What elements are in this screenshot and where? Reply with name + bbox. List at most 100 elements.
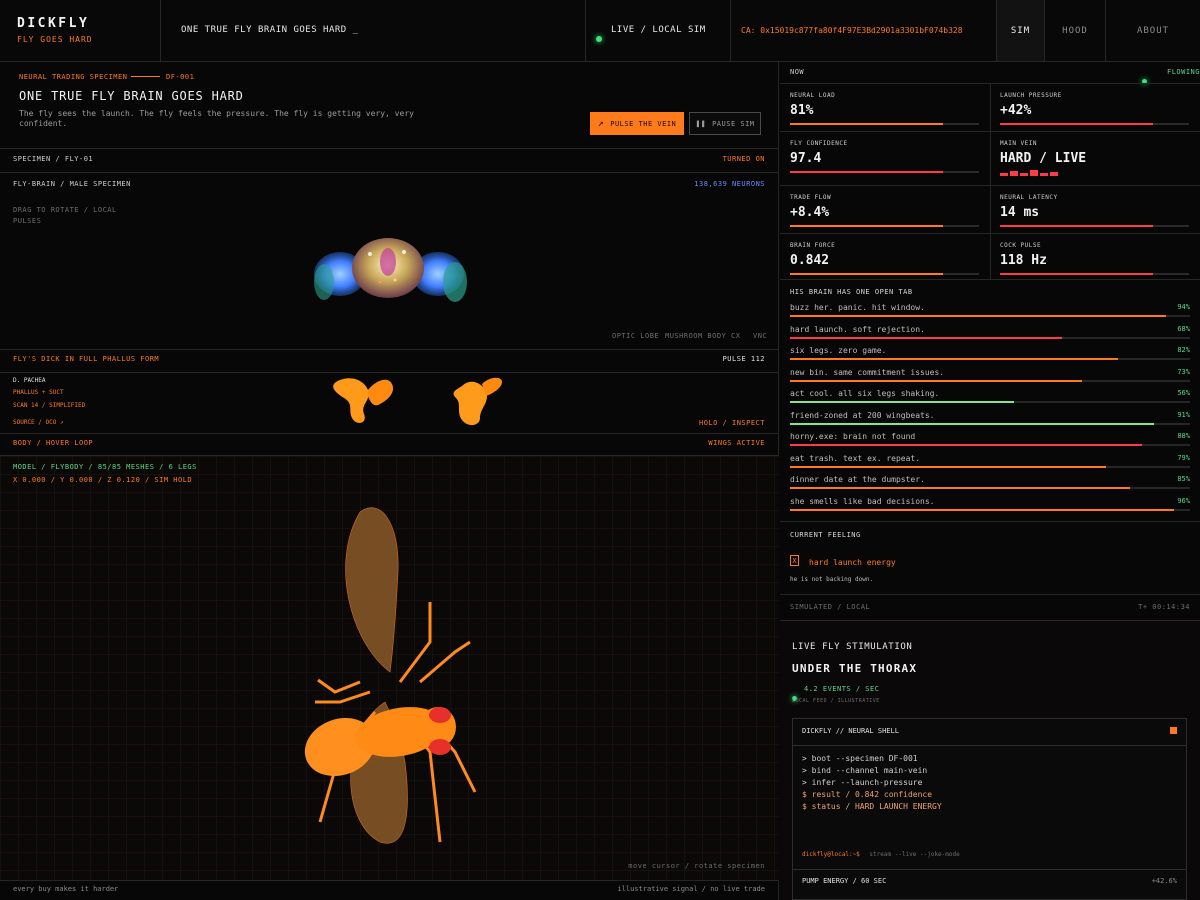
terminal-line: > infer --launch-pressure: [802, 778, 923, 787]
sim-mode: SIMULATED / LOCAL: [790, 603, 871, 611]
fly-eye-top: [429, 707, 451, 723]
divider: [0, 148, 779, 149]
metric-value: 118 Hz: [1000, 253, 1047, 268]
metric-card: MAIN VEIN HARD / LIVE: [990, 132, 1200, 186]
divider: [0, 349, 779, 350]
metric-label: FLY CONFIDENCE: [790, 140, 848, 147]
terminal-line: $ result / 0.842 confidence: [802, 790, 933, 799]
pause-sim-button[interactable]: ❚❚ PAUSE SIM: [689, 112, 761, 135]
tab-about[interactable]: ABOUT: [1105, 0, 1200, 61]
terminal-line: > bind --channel main-vein: [802, 766, 928, 775]
lobe-edge: [443, 262, 467, 302]
metric-value: 0.842: [790, 253, 830, 268]
metric-card: BRAIN FORCE 0.842: [780, 234, 990, 280]
brand-subtitle: FLY GOES HARD: [17, 35, 93, 44]
terminal-prompt[interactable]: dickfly@local:~$ stream --live --joke-mo…: [802, 851, 960, 858]
tab-item-percent: 79%: [1177, 453, 1190, 462]
tab-item-text: buzz her. panic. hit window.: [790, 303, 925, 312]
divider: [0, 372, 779, 373]
metric-card: FLY CONFIDENCE 97.4: [780, 132, 990, 186]
tab-item-text: dinner date at the dumpster.: [790, 475, 925, 484]
terminal-output: > boot --specimen DF-001 > bind --channe…: [802, 753, 942, 813]
metric-value: +42%: [1000, 103, 1032, 118]
holo-inspect-link[interactable]: HOLO / INSPECT: [699, 419, 765, 427]
tab-item: eat trash. text ex. repeat. 79%: [790, 454, 1190, 475]
tab-item: friend-zoned at 200 wingbeats. 91%: [790, 411, 1190, 432]
feeling-title: CURRENT FEELING: [790, 531, 861, 539]
tab-hood[interactable]: HOOD: [1044, 0, 1105, 61]
coordinates-readout: X 0.000 / Y 0.000 / Z 0.120 / SIM HOLD: [13, 476, 193, 484]
neural-shell-terminal[interactable]: DICKFLY // NEURAL SHELL > boot --specime…: [792, 718, 1187, 900]
phallus-parts: PHALLUS + SUCT: [13, 389, 64, 396]
specimen-description: The fly sees the launch. The fly feels t…: [19, 109, 414, 128]
metric-card: NEURAL LATENCY 14 ms: [990, 186, 1200, 234]
fly-body-model[interactable]: [280, 502, 500, 852]
pulse-vein-label: PULSE THE VEIN: [610, 119, 677, 128]
terminal-title: DICKFLY // NEURAL SHELL: [802, 727, 899, 735]
footer-left: every buy makes it harder: [13, 885, 119, 893]
contract-address[interactable]: CA: 0x15019c877fa80f4F97E3Bd2901a3301bF0…: [741, 26, 963, 35]
legend-optic-lobe: OPTIC LOBE: [612, 332, 660, 340]
top-bar: DICKFLY FLY GOES HARD ONE TRUE FLY BRAIN…: [0, 0, 1200, 62]
tagline: ONE TRUE FLY BRAIN GOES HARD _: [181, 25, 359, 35]
terminal-line: > boot --specimen DF-001: [802, 754, 918, 763]
tab-item: six legs. zero game. 82%: [790, 346, 1190, 367]
divider: [160, 0, 161, 61]
tab-item: hard launch. soft rejection. 68%: [790, 325, 1190, 346]
metric-bar: [1000, 225, 1189, 227]
phallus-panel-header: FLY'S DICK IN FULL PHALLUS FORM: [13, 355, 160, 363]
species-name: D. PACHEA: [13, 377, 46, 384]
tab-item-percent: 96%: [1177, 496, 1190, 505]
divider: [0, 880, 779, 881]
lobe-edge: [314, 264, 334, 300]
source-link[interactable]: SOURCE / OCO ↗: [13, 419, 64, 426]
pump-energy-value: +42.6%: [1151, 877, 1177, 885]
wing-upper: [345, 507, 399, 673]
pulse-vein-button[interactable]: ↗ PULSE THE VEIN: [590, 112, 684, 135]
tab-item-bar: [790, 315, 1190, 317]
stimulation-title: UNDER THE THORAX: [792, 662, 918, 675]
tab-item-percent: 85%: [1177, 475, 1190, 483]
terminal-line: $ status / HARD LAUNCH ENERGY: [802, 802, 942, 811]
sim-timer: T+ 00:14:34: [1138, 603, 1190, 611]
tab-item-bar: [790, 379, 1190, 382]
brain-specimen-label: FLY-BRAIN / MALE SPECIMEN: [13, 180, 131, 188]
live-dot-icon: [596, 27, 602, 46]
rotate-specimen-hint: move cursor / rotate specimen: [628, 862, 765, 870]
stimulation-kicker: LIVE FLY STIMULATION: [792, 642, 913, 652]
phallus-model[interactable]: [330, 374, 510, 428]
tab-item: act cool. all six legs shaking. 56%: [790, 389, 1190, 410]
mushroom-body: [380, 248, 396, 276]
tab-item-percent: 73%: [1177, 367, 1190, 376]
divider: [730, 0, 731, 61]
flowing-status: FLOWING: [1166, 68, 1200, 76]
tab-item-bar: [790, 465, 1190, 468]
feeling-note: he is not backing down.: [790, 576, 874, 583]
terminal-square-icon[interactable]: [1170, 727, 1177, 734]
stimulation-sub: LOCAL FEED / ILLUSTRATIVE: [792, 698, 880, 704]
fly-eye-bottom: [429, 739, 451, 755]
pause-sim-label: PAUSE SIM: [712, 119, 755, 128]
phallus-pulse: PULSE 112: [722, 355, 765, 363]
brain-3d-viewer[interactable]: [300, 232, 480, 312]
metric-bar: [1000, 123, 1189, 125]
metric-card: NEURAL LOAD 81%: [780, 84, 990, 132]
tab-item-bar: [790, 508, 1190, 511]
tab-item-percent: 91%: [1177, 410, 1190, 419]
tab-sim[interactable]: SIM: [996, 0, 1044, 61]
tab-item: she smells like bad decisions. 96%: [790, 497, 1190, 518]
scan-info: SCAN 14 / SIMPLIFIED: [13, 402, 86, 409]
metric-label: TRADE FLOW: [790, 194, 832, 201]
metric-value: 14 ms: [1000, 205, 1040, 220]
metric-label: NEURAL LATENCY: [1000, 194, 1058, 201]
brand-logo[interactable]: DICKFLY: [17, 16, 89, 31]
metric-value: 97.4: [790, 151, 822, 166]
metric-value: +8.4%: [790, 205, 830, 220]
metric-label: BRAIN FORCE: [790, 242, 836, 249]
neuron-count: 138,639 NEURONS: [694, 180, 765, 188]
tab-item: dinner date at the dumpster. 85%: [790, 475, 1190, 496]
tab-item-text: act cool. all six legs shaking.: [790, 389, 940, 398]
tab-item-percent: 68%: [1177, 324, 1190, 333]
legend-vnc: VNC: [753, 332, 768, 340]
divider: [585, 0, 586, 61]
